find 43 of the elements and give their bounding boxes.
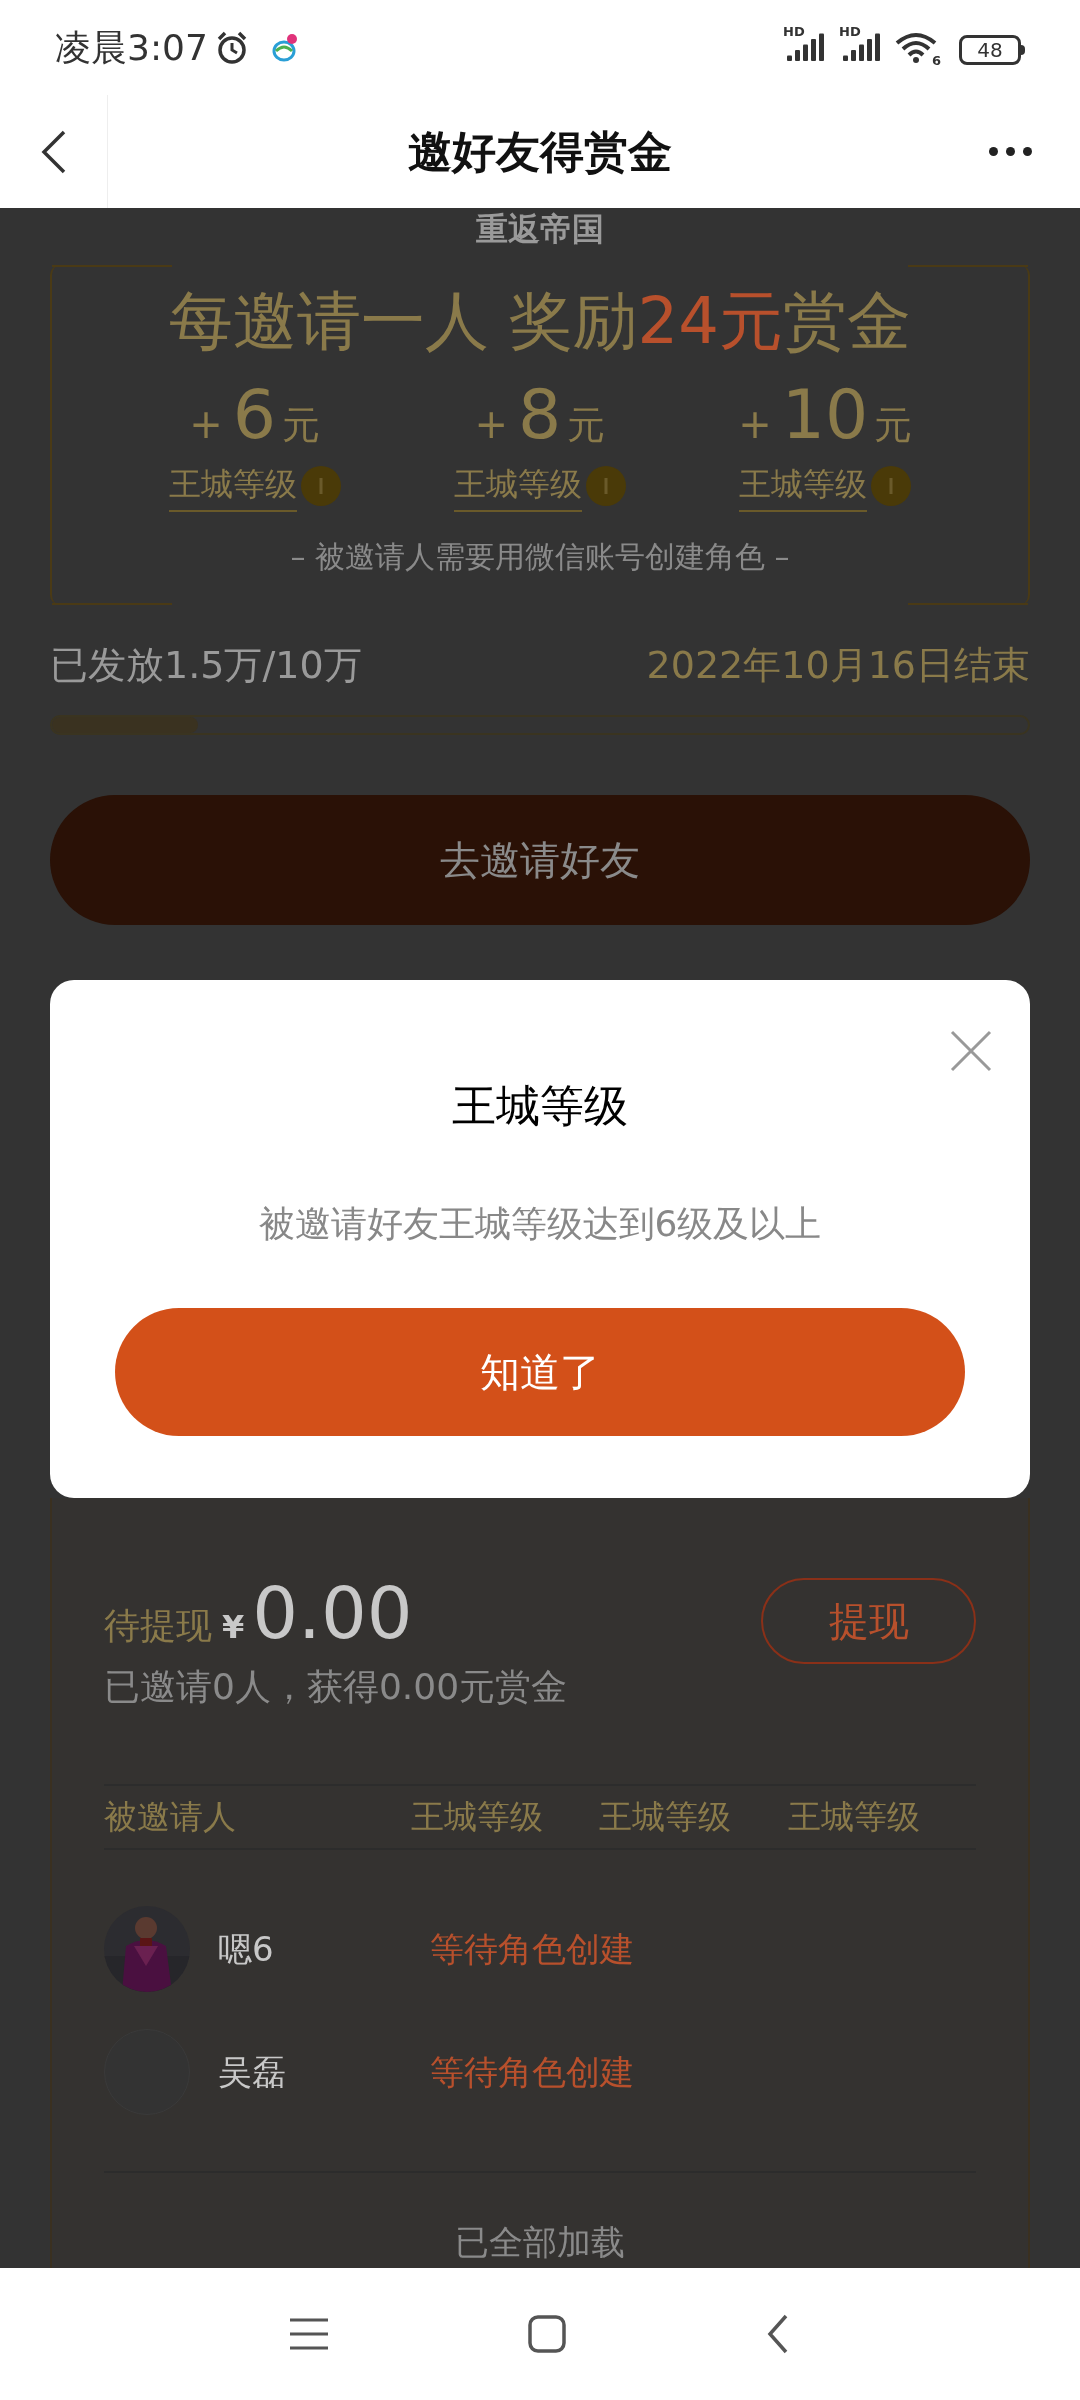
requirement-note: – 被邀请人需要用微信账号创建角色 – xyxy=(290,538,790,576)
withdraw-button[interactable]: 提现 xyxy=(761,1578,976,1664)
level-link[interactable]: 王城等级 xyxy=(739,460,868,512)
home-button[interactable] xyxy=(528,2315,566,2353)
column-header: 被邀请人 xyxy=(104,1796,237,1839)
pending-label: 待提现 xyxy=(104,1604,212,1648)
issued-count: 已发放1.5万/10万 xyxy=(50,641,362,689)
menu-icon xyxy=(290,2317,328,2351)
end-date: 2022年10月16日结束 xyxy=(646,641,1030,689)
column-header: 王城等级 xyxy=(599,1796,733,1839)
confirm-button[interactable]: 知道了 xyxy=(115,1308,965,1436)
column-header: 王城等级 xyxy=(411,1796,544,1839)
status-time: 凌晨3:07 xyxy=(55,25,208,70)
invitee-name: 嗯6 xyxy=(218,1927,275,1971)
info-icon xyxy=(871,466,912,506)
reward-headline: 每邀请一人 奖励24元赏金 xyxy=(169,283,911,360)
invite-button[interactable]: 去邀请好友 xyxy=(50,795,1030,925)
column-header: 王城等级 xyxy=(787,1796,921,1839)
invite-status: 等待角色创建 xyxy=(430,1927,634,1971)
info-icon xyxy=(300,466,341,506)
back-nav-button[interactable] xyxy=(766,2314,790,2354)
list-end-text: 已全部加载 xyxy=(455,2221,625,2264)
dialog-message: 被邀请好友王城等级达到6级及以上 xyxy=(258,1202,822,1246)
invite-summary: 已邀请0人，获得0.00元赏金 xyxy=(104,1665,568,1709)
game-title: 重返帝国 xyxy=(476,209,604,249)
close-button[interactable] xyxy=(950,1030,992,1072)
menu-button[interactable] xyxy=(290,2317,328,2351)
carrier-logo-icon xyxy=(271,32,298,63)
square-icon xyxy=(528,2315,566,2353)
reward-amount: +6 元 xyxy=(189,377,321,454)
invitee-name: 吴磊 xyxy=(218,2050,287,2094)
info-icon xyxy=(586,466,626,506)
level-link[interactable]: 王城等级 xyxy=(454,460,582,512)
reward-amount: +8 元 xyxy=(474,377,606,454)
pending-amount: 0.00 xyxy=(252,1570,413,1656)
page-title: 邀好友得赏金 xyxy=(408,124,672,179)
currency-symbol: ¥ xyxy=(222,1607,245,1648)
back-icon xyxy=(766,2314,790,2354)
close-icon xyxy=(950,1030,992,1072)
dialog-title: 王城等级 xyxy=(452,1079,628,1133)
invite-status: 等待角色创建 xyxy=(430,2050,634,2094)
reward-amount: +10 元 xyxy=(738,377,913,454)
level-link[interactable]: 王城等级 xyxy=(168,460,297,512)
